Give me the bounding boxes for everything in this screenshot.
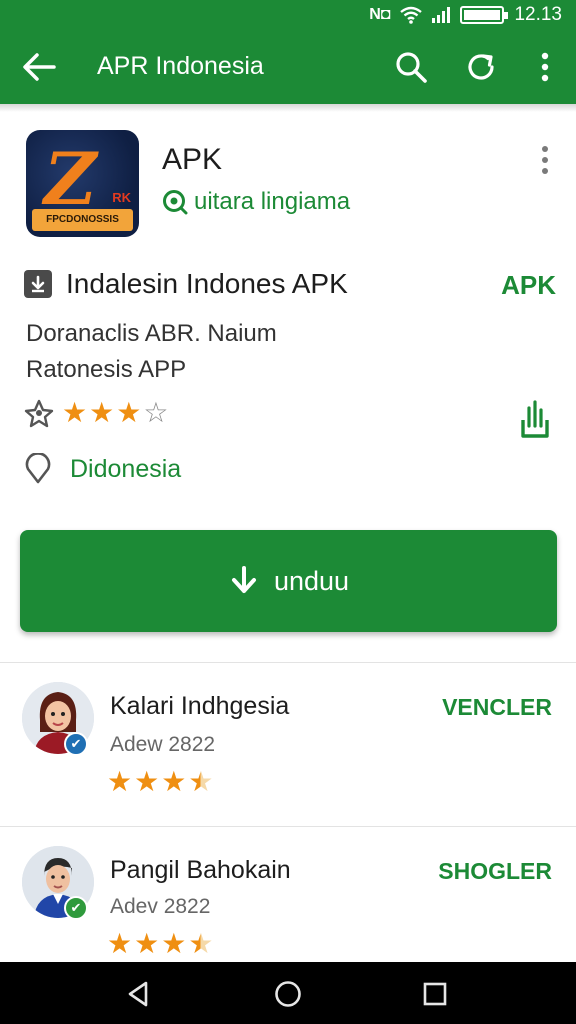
share-icon[interactable]: [516, 398, 554, 440]
download-box-icon: [24, 270, 52, 298]
review-action-button[interactable]: SHOGLER: [438, 858, 552, 885]
install-button-label: unduu: [273, 565, 350, 596]
app-rating: ★ ★ ★ ☆: [24, 398, 168, 428]
star-icon: ★: [161, 766, 187, 797]
verified-badge-icon: ✔: [64, 896, 88, 920]
developer-link[interactable]: uitara lingiama: [162, 188, 350, 216]
location-text: Didonesia: [70, 454, 182, 483]
star-icon: ★: [62, 397, 88, 428]
nav-recents-icon[interactable]: [420, 979, 450, 1009]
app-bar-title: APR Indonesia: [97, 52, 264, 80]
system-nav-bar: [0, 962, 576, 1024]
search-icon[interactable]: [394, 50, 428, 84]
app-bar: APR Indonesia: [0, 30, 576, 104]
download-icon: [231, 566, 256, 593]
location-row[interactable]: Didonesia: [24, 453, 181, 485]
verified-badge-icon: ✔: [64, 732, 88, 756]
review-date: Adev 2822: [110, 895, 211, 918]
description-line: Doranaclis ABR. Naium: [26, 320, 277, 347]
star-icon: ★: [89, 397, 115, 428]
nfc-icon: N◘: [369, 6, 391, 23]
divider: [0, 826, 576, 827]
app-bar-shadow: [0, 104, 576, 112]
location-pin-icon: [25, 453, 51, 484]
developer-badge-icon: [163, 190, 188, 215]
star-icon: ★: [188, 766, 214, 797]
star-icon: ★: [134, 928, 160, 959]
back-arrow-icon[interactable]: [22, 52, 56, 82]
app-icon-strip-text: FPCDONOSSIS: [32, 209, 133, 231]
nav-back-icon[interactable]: [124, 979, 154, 1009]
app-title-row: Indalesin Indones APK: [24, 268, 348, 300]
star-icon: ★: [107, 928, 133, 959]
star-icon: ☆: [143, 397, 169, 428]
reviewer-name: Kalari Indhgesia: [110, 692, 290, 720]
star-icon: ★: [188, 928, 214, 959]
battery-icon: [460, 6, 509, 24]
review-item[interactable]: ✔ Pangil Bahokain Adev 2822 ★ ★ ★ ★ SHOGLER: [0, 836, 576, 976]
description-line: Ratonesis APP: [26, 356, 187, 383]
status-bar: N◘ 12.13: [0, 0, 576, 30]
status-icons: N◘ 12.13: [369, 4, 562, 26]
app-title-line: Indalesin Indones APK: [66, 268, 348, 299]
review-item[interactable]: ✔ Kalari Indhgesia Adew 2822 ★ ★ ★ ★ VENCLE…: [0, 672, 576, 812]
rating-stars: ★ ★ ★ ☆: [62, 399, 168, 427]
review-stars: ★ ★ ★ ★: [107, 768, 213, 796]
nav-home-icon[interactable]: [273, 979, 303, 1009]
developer-name: uitara lingiama: [194, 188, 351, 215]
more-vert-icon[interactable]: [528, 50, 562, 84]
star-icon: ★: [134, 766, 160, 797]
app-more-icon[interactable]: [538, 145, 552, 175]
reviewer-name: Pangil Bahokain: [110, 856, 291, 884]
apk-type-tag: APK: [501, 270, 556, 300]
star-icon: ★: [161, 928, 187, 959]
star-icon: ★: [116, 397, 142, 428]
star-icon: ★: [107, 766, 133, 797]
app-icon-corner-text: RK: [112, 190, 131, 205]
review-date: Adew 2822: [110, 733, 216, 756]
review-action-button[interactable]: VENCLER: [442, 694, 552, 721]
rating-person-icon: [24, 399, 54, 428]
app-description: Doranaclis ABR. Naium Ratonesis APP: [26, 316, 277, 388]
divider: [0, 662, 576, 663]
signal-icon: [432, 7, 451, 23]
refresh-icon[interactable]: [464, 50, 498, 84]
status-time: 12.13: [514, 4, 562, 25]
wifi-icon: [400, 6, 423, 24]
app-name: APK: [162, 143, 223, 176]
app-icon: Z RK FPCDONOSSIS: [26, 130, 139, 237]
install-button[interactable]: unduu: [20, 530, 557, 632]
review-stars: ★ ★ ★ ★: [107, 930, 213, 958]
